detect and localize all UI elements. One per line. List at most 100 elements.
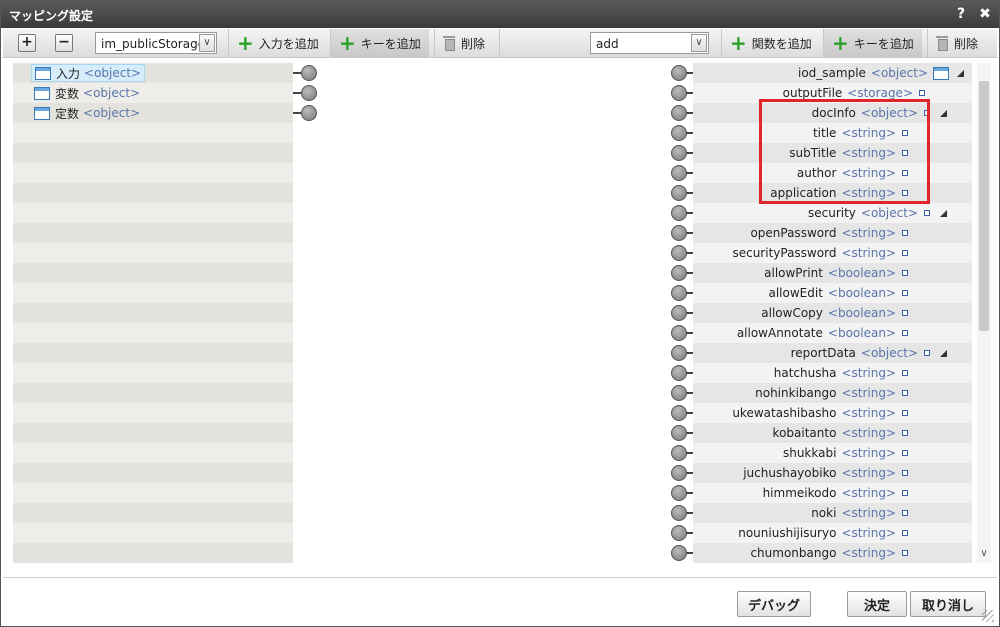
- connector-line: [686, 352, 693, 354]
- scroll-thumb[interactable]: [979, 81, 989, 331]
- chevron-down-icon[interactable]: ∨: [199, 34, 215, 52]
- output-connector-icon[interactable]: [671, 285, 687, 301]
- item-type: <string>: [841, 466, 896, 480]
- output-connector-icon[interactable]: [671, 445, 687, 461]
- output-connector-icon[interactable]: [671, 305, 687, 321]
- output-tree-item[interactable]: outputFile <storage>: [783, 83, 972, 103]
- add-key-button-right[interactable]: + キーを追加: [823, 29, 922, 57]
- output-connector-icon[interactable]: [671, 405, 687, 421]
- output-connector-icon[interactable]: [671, 525, 687, 541]
- output-tree-item[interactable]: docInfo <object>: [812, 103, 972, 123]
- output-tree-item[interactable]: author <string>: [797, 163, 972, 183]
- output-connector-icon[interactable]: [671, 105, 687, 121]
- connector-line: [686, 92, 693, 94]
- collapse-all-button[interactable]: −: [55, 34, 73, 52]
- output-connector-icon[interactable]: [671, 185, 687, 201]
- input-tree-row: [13, 183, 293, 203]
- output-tree-item[interactable]: allowAnnotate <boolean>: [737, 323, 972, 343]
- output-tree-item[interactable]: allowCopy <boolean>: [761, 303, 972, 323]
- output-tree-item[interactable]: title <string>: [813, 123, 972, 143]
- node-square-icon: [902, 550, 908, 556]
- connector-line: [686, 472, 693, 474]
- input-tree-item[interactable]: 定数 <object>: [31, 104, 143, 122]
- output-connector-icon[interactable]: [671, 425, 687, 441]
- output-tree-item[interactable]: nouniushijisuryo <string>: [738, 523, 972, 543]
- storage-select[interactable]: im_publicStorage ∨: [95, 32, 217, 54]
- item-type: <string>: [841, 186, 896, 200]
- output-tree-item[interactable]: allowPrint <boolean>: [764, 263, 972, 283]
- output-connector-icon[interactable]: [671, 465, 687, 481]
- output-connector-icon[interactable]: [671, 385, 687, 401]
- output-tree-row: ukewatashibasho <string>: [693, 403, 972, 423]
- output-connector-icon[interactable]: [671, 165, 687, 181]
- output-connector-icon[interactable]: [671, 365, 687, 381]
- output-tree-item[interactable]: nohinkibango <string>: [755, 383, 972, 403]
- output-tree-item[interactable]: security <object>: [808, 203, 972, 223]
- add-input-button[interactable]: + 入力を追加: [228, 29, 327, 57]
- toolbar: + − im_publicStorage ∨ + 入力を追加 + キーを追加 削…: [3, 29, 997, 58]
- output-connector-icon[interactable]: [671, 225, 687, 241]
- add-key-button-left[interactable]: + キーを追加: [330, 29, 429, 57]
- output-connector-icon[interactable]: [671, 125, 687, 141]
- input-tree-pane: 入力 <object> 変数 <object> 定数 <object>: [13, 63, 293, 563]
- cancel-button[interactable]: 取り消し: [910, 591, 986, 617]
- output-tree-item[interactable]: noki <string>: [811, 503, 972, 523]
- output-tree-item[interactable]: ukewatashibasho <string>: [732, 403, 972, 423]
- add-function-button[interactable]: + 関数を追加: [721, 29, 820, 57]
- expand-triangle-icon[interactable]: [940, 349, 947, 357]
- output-tree-item[interactable]: kobaitanto <string>: [773, 423, 972, 443]
- input-connector-icon[interactable]: [301, 65, 317, 81]
- expand-triangle-icon[interactable]: [940, 109, 947, 117]
- output-tree-item[interactable]: shukkabi <string>: [783, 443, 972, 463]
- input-tree-row: 変数 <object>: [13, 83, 293, 103]
- input-connector-icon[interactable]: [301, 105, 317, 121]
- expand-triangle-icon[interactable]: [957, 69, 964, 77]
- output-tree-item[interactable]: subTitle <string>: [789, 143, 972, 163]
- output-connector-icon[interactable]: [671, 145, 687, 161]
- output-tree-item[interactable]: chumonbango <string>: [750, 543, 972, 563]
- delete-button-left[interactable]: 削除: [434, 29, 493, 57]
- output-tree-item[interactable]: juchushayobiko <string>: [743, 463, 972, 483]
- output-connector-icon[interactable]: [671, 205, 687, 221]
- output-tree-item[interactable]: hatchusha <string>: [774, 363, 972, 383]
- input-tree-item[interactable]: 変数 <object>: [31, 84, 143, 102]
- output-tree-item[interactable]: himmeikodo <string>: [763, 483, 972, 503]
- input-tree-row: [13, 363, 293, 383]
- scroll-down-arrow-icon[interactable]: ∨: [977, 547, 991, 561]
- output-connector-icon[interactable]: [671, 485, 687, 501]
- expand-triangle-icon[interactable]: [940, 209, 947, 217]
- output-connector-icon[interactable]: [671, 245, 687, 261]
- help-icon[interactable]: ?: [952, 5, 970, 23]
- output-connector-icon[interactable]: [671, 85, 687, 101]
- delete-button-right[interactable]: 削除: [927, 29, 986, 57]
- debug-button[interactable]: デバッグ: [737, 591, 811, 617]
- input-connector-icon[interactable]: [301, 85, 317, 101]
- output-connector-icon[interactable]: [671, 505, 687, 521]
- output-connector-icon[interactable]: [671, 65, 687, 81]
- input-tree-row: [13, 283, 293, 303]
- ok-button[interactable]: 決定: [847, 591, 907, 617]
- resize-grip-icon[interactable]: [982, 610, 994, 622]
- output-tree-item[interactable]: application <string>: [770, 183, 972, 203]
- input-tree-item[interactable]: 入力 <object>: [31, 64, 146, 82]
- output-tree-item[interactable]: openPassword <string>: [750, 223, 972, 243]
- function-select[interactable]: add ∨: [590, 32, 709, 54]
- output-tree-item[interactable]: securityPassword <string>: [732, 243, 972, 263]
- output-connector-icon[interactable]: [671, 325, 687, 341]
- plus-icon: +: [237, 31, 254, 55]
- expand-all-button[interactable]: +: [18, 34, 36, 52]
- node-square-icon: [902, 270, 908, 276]
- output-connector-icon[interactable]: [671, 345, 687, 361]
- output-tree-item[interactable]: allowEdit <boolean>: [768, 283, 972, 303]
- output-tree-item[interactable]: reportData <object>: [791, 343, 972, 363]
- output-tree-row: allowCopy <boolean>: [693, 303, 972, 323]
- close-icon[interactable]: ✖: [976, 5, 994, 23]
- vertical-scrollbar[interactable]: ∨: [977, 63, 991, 563]
- item-name: kobaitanto: [772, 426, 837, 440]
- output-tree-row: chumonbango <string>: [693, 543, 972, 563]
- output-tree-item[interactable]: iod_sample <object>: [798, 63, 972, 83]
- mapping-area[interactable]: [293, 63, 693, 563]
- output-connector-icon[interactable]: [671, 265, 687, 281]
- chevron-down-icon[interactable]: ∨: [691, 34, 707, 52]
- output-connector-icon[interactable]: [671, 545, 687, 561]
